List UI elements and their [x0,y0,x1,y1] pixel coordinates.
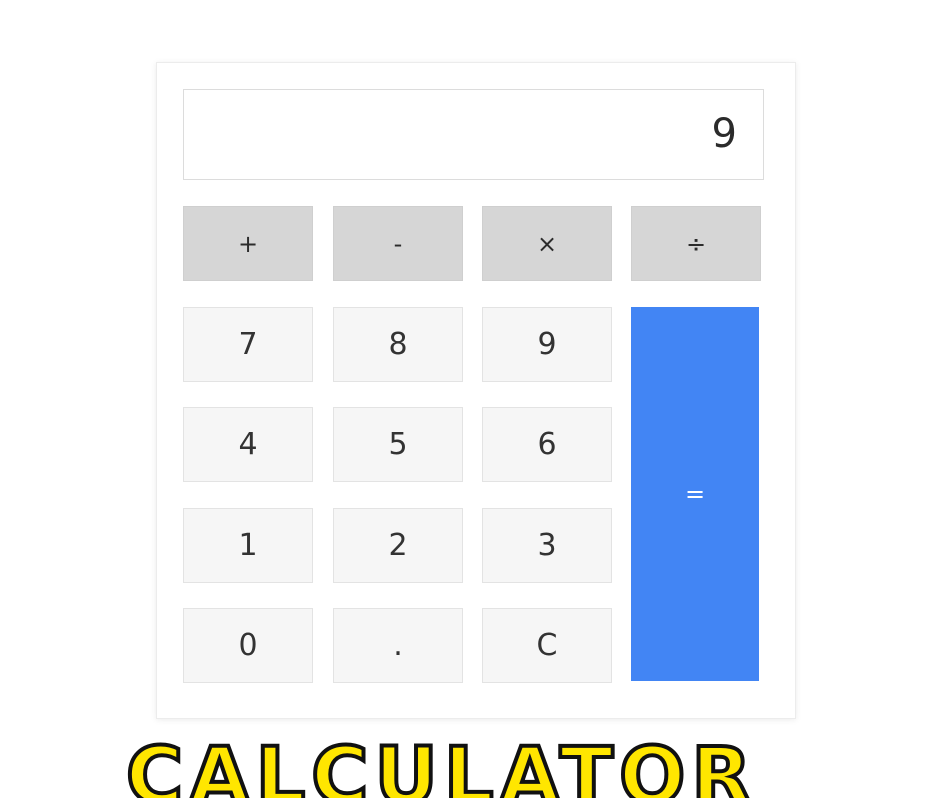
key-8-button[interactable]: 8 [333,307,463,382]
key-1-button[interactable]: 1 [183,508,313,583]
title-banner: CALCULATOR [120,738,760,798]
key-7-button[interactable]: 7 [183,307,313,382]
key-6-button[interactable]: 6 [482,407,612,482]
divide-button[interactable]: ÷ [631,206,761,281]
key-3-button[interactable]: 3 [482,508,612,583]
equals-button[interactable]: = [631,307,759,681]
key-0-button[interactable]: 0 [183,608,313,683]
subtract-button[interactable]: - [333,206,463,281]
key-5-button[interactable]: 5 [333,407,463,482]
add-button[interactable]: + [183,206,313,281]
banner-title: CALCULATOR [124,738,758,798]
decimal-button[interactable]: . [333,608,463,683]
calculator-panel: 9 + - × ÷ 7 8 9 4 5 6 1 2 3 0 . C = [156,62,796,719]
clear-button[interactable]: C [482,608,612,683]
calculator-display: 9 [183,89,764,180]
key-9-button[interactable]: 9 [482,307,612,382]
key-2-button[interactable]: 2 [333,508,463,583]
multiply-button[interactable]: × [482,206,612,281]
key-4-button[interactable]: 4 [183,407,313,482]
